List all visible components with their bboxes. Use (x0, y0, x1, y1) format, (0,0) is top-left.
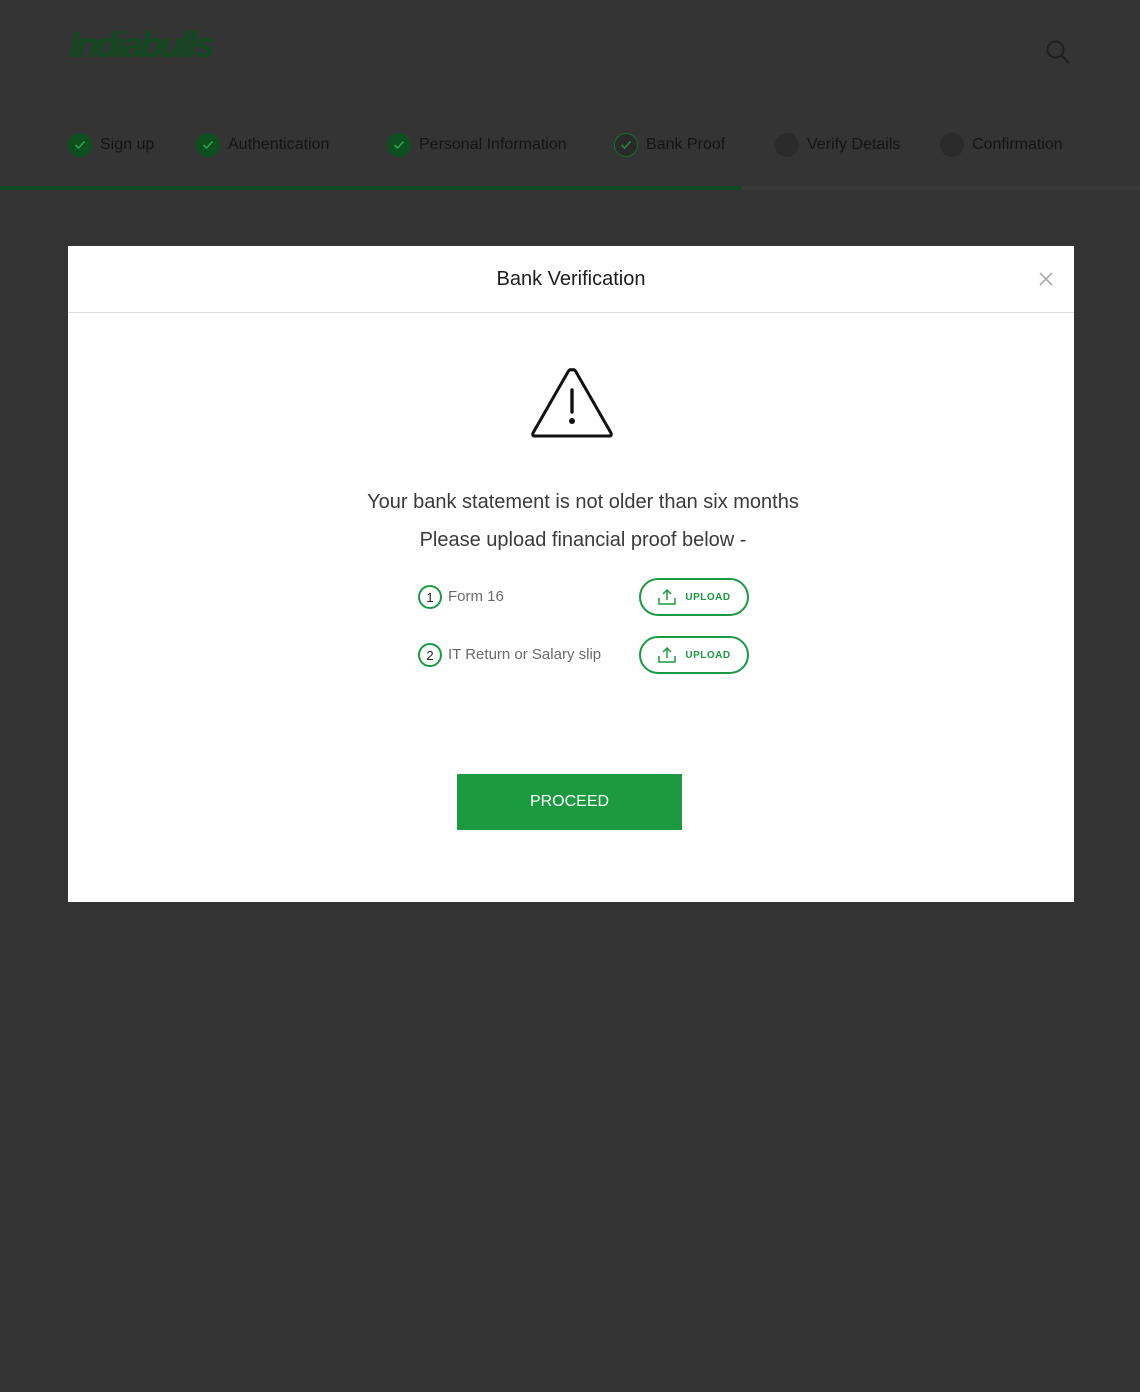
step-confirmation: Confirmation (940, 128, 1063, 162)
upload-icon (658, 646, 677, 663)
progress-bar (0, 186, 1140, 190)
step-status-icon (775, 133, 799, 157)
upload-button-label: UPLOAD (685, 649, 731, 661)
upload-button-label: UPLOAD (685, 591, 731, 603)
upload-it-return-button[interactable]: UPLOAD (639, 636, 749, 674)
step-status-icon (68, 133, 92, 157)
proceed-button[interactable]: PROCEED (457, 774, 682, 830)
step-status-icon (614, 133, 638, 157)
step-label: Sign up (100, 136, 155, 153)
step-label: Personal Information (419, 136, 567, 153)
document-label: Form 16 (448, 588, 504, 605)
step-personal-information: Personal Information (387, 128, 567, 162)
step-bank-proof: Bank Proof (614, 128, 725, 162)
step-sign-up: Sign up (68, 128, 154, 162)
progress-bar-fill (0, 186, 741, 190)
step-label: Confirmation (972, 136, 1063, 153)
modal-title: Bank Verification (496, 268, 646, 290)
upload-icon (658, 588, 677, 605)
step-authentication: Authentication (196, 128, 329, 162)
document-label: IT Return or Salary slip (448, 646, 602, 663)
indiabulls-logo[interactable]: Indiabulls (69, 24, 215, 66)
warning-icon (531, 368, 613, 438)
step-verify-details: Verify Details (775, 128, 900, 162)
upload-instruction: Please upload financial proof below - (419, 529, 747, 551)
step-status-icon (387, 133, 411, 157)
step-status-icon (196, 133, 220, 157)
step-label: Bank Proof (646, 136, 726, 153)
bank-verification-modal: Bank Verification Your bank statement is… (68, 246, 1074, 902)
step-status-icon (940, 133, 964, 157)
step-label: Verify Details (807, 136, 901, 153)
document-row-form-16: 1 Form 16 UPLOAD (418, 578, 758, 616)
top-header: Indiabulls Sign up Authentication Person… (0, 0, 1140, 190)
upload-form-16-button[interactable]: UPLOAD (639, 578, 749, 616)
search-icon[interactable] (1045, 39, 1071, 65)
step-label: Authentication (228, 136, 330, 153)
close-icon[interactable] (1039, 272, 1053, 286)
document-number: 1 (418, 585, 442, 609)
progress-steps: Sign up Authentication Personal Informat… (0, 128, 1140, 162)
bank-statement-message: Your bank statement is not older than si… (367, 491, 799, 513)
document-number: 2 (418, 643, 442, 667)
document-row-it-return: 2 IT Return or Salary slip UPLOAD (418, 636, 758, 674)
modal-header: Bank Verification (68, 246, 1074, 313)
